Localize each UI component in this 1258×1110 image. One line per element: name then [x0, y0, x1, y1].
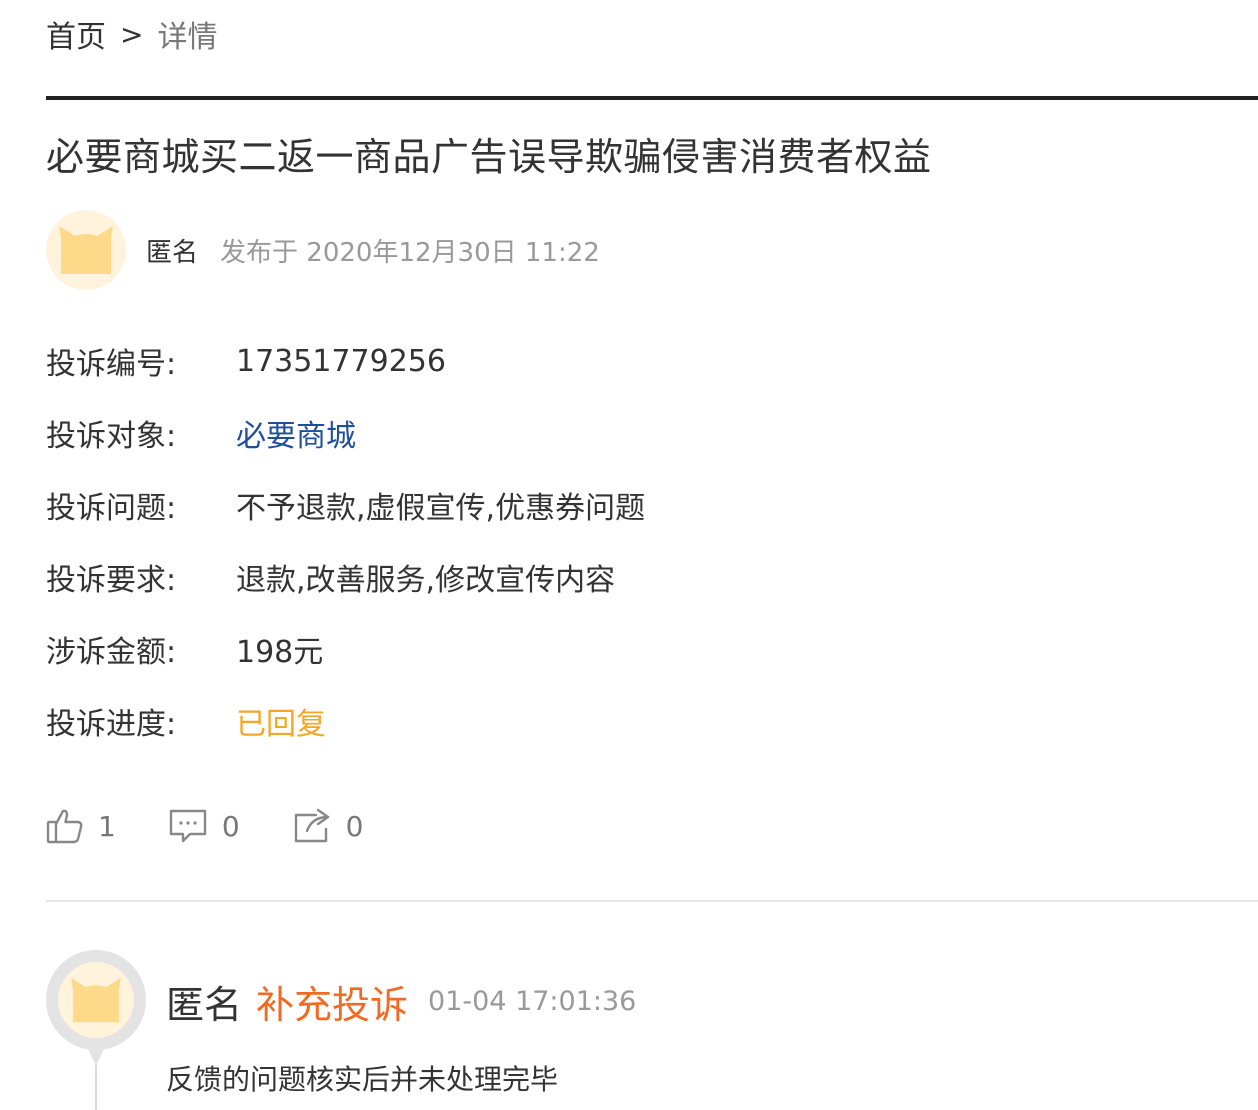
field-label: 投诉要求:: [46, 563, 177, 598]
author-line: 匿名 发布于 2020年12月30日 11:22: [146, 230, 600, 270]
reply-type-label: 补充投诉: [256, 982, 409, 1027]
breadcrumb: 首页 > 详情: [46, 12, 217, 56]
comment-button[interactable]: 0: [168, 807, 240, 845]
reply-header: 匿名 补充投诉 01-04 17:01:36: [166, 974, 637, 1029]
field-row-issue: 投诉问题: 不予退款,虚假宣传,优惠券问题: [46, 469, 946, 541]
field-label: 投诉进度:: [46, 707, 177, 742]
field-row-target: 投诉对象: 必要商城: [46, 397, 946, 469]
breadcrumb-home-link[interactable]: 首页: [46, 12, 106, 56]
publish-time: 发布于 2020年12月30日 11:22: [220, 237, 600, 268]
complaint-amount-value: 198元: [236, 635, 324, 670]
like-button[interactable]: 1: [46, 807, 116, 845]
field-row-amount: 涉诉金额: 198元: [46, 613, 946, 685]
reply-author[interactable]: 匿名: [166, 974, 242, 1029]
reply-timestamp: 01-04 17:01:36: [428, 985, 637, 1017]
cat-avatar-icon: [59, 226, 113, 274]
section-divider: [46, 900, 1258, 902]
complaint-issue-value: 不予退款,虚假宣传,优惠券问题: [236, 491, 646, 526]
status-badge: 已回复: [236, 707, 326, 742]
breadcrumb-separator: >: [120, 17, 144, 51]
field-label: 投诉对象:: [46, 419, 177, 454]
action-bar: 1 0 0: [46, 800, 415, 852]
share-icon: [294, 808, 329, 843]
field-row-status: 投诉进度: 已回复: [46, 685, 946, 757]
header-divider: [46, 96, 1258, 100]
author-avatar[interactable]: [46, 210, 126, 290]
field-row-demand: 投诉要求: 退款,改善服务,修改宣传内容: [46, 541, 946, 613]
like-count: 1: [98, 809, 116, 843]
cat-avatar-icon: [71, 977, 121, 1023]
reply-content: 反馈的问题核实后并未处理完毕: [166, 1063, 559, 1096]
complaint-target-link[interactable]: 必要商城: [236, 411, 356, 455]
timeline-pin: [46, 950, 146, 1050]
breadcrumb-current: 详情: [157, 20, 218, 55]
field-label: 涉诉金额:: [46, 635, 177, 670]
complaint-id-value: 17351779256: [236, 343, 446, 379]
reply-avatar[interactable]: [58, 962, 134, 1038]
complaint-details: 投诉编号: 17351779256 投诉对象: 必要商城 投诉问题: 不予退款,…: [46, 325, 946, 757]
page-title: 必要商城买二返一商品广告误导欺骗侵害消费者权益: [46, 135, 932, 179]
comment-icon: [169, 809, 207, 843]
author-name[interactable]: 匿名: [146, 232, 198, 269]
thumbs-up-icon: [46, 809, 83, 844]
field-label: 投诉问题:: [46, 491, 177, 526]
share-button[interactable]: 0: [292, 807, 364, 845]
complaint-demand-value: 退款,改善服务,修改宣传内容: [236, 563, 616, 598]
field-row-id: 投诉编号: 17351779256: [46, 325, 946, 397]
share-count: 0: [345, 809, 364, 843]
comment-count: 0: [221, 809, 240, 843]
field-label: 投诉编号:: [46, 347, 177, 382]
